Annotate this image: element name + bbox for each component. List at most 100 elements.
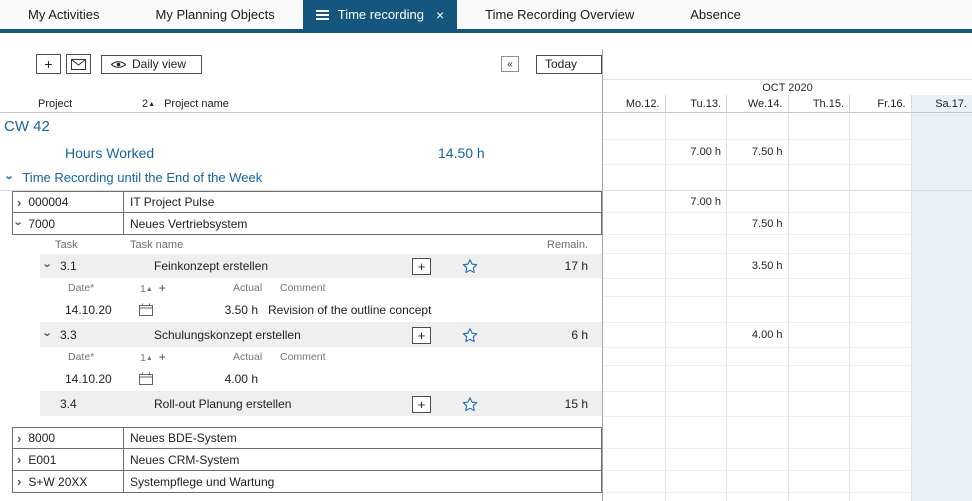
day-header-mo[interactable]: Mo.12. bbox=[603, 95, 665, 113]
sort-indicator[interactable]: 2▲ bbox=[142, 98, 155, 110]
column-task-name: Task name bbox=[130, 239, 481, 251]
day-header-fr[interactable]: Fr.16. bbox=[849, 95, 911, 113]
time-cell bbox=[726, 471, 788, 493]
time-cell bbox=[849, 493, 911, 501]
project-name[interactable]: Neues Vertriebsystem bbox=[124, 213, 602, 235]
expand-icon[interactable]: › bbox=[17, 432, 21, 445]
favorite-star-icon[interactable] bbox=[461, 258, 481, 275]
expand-icon[interactable]: › bbox=[17, 196, 21, 209]
entry-date[interactable]: 14.10.20 bbox=[65, 303, 139, 317]
add-booking-button[interactable]: + bbox=[412, 258, 431, 275]
time-cell bbox=[788, 493, 850, 501]
time-cell bbox=[726, 297, 788, 323]
close-tab-icon[interactable]: × bbox=[436, 8, 444, 22]
project-id-cell: › 7000 bbox=[12, 213, 124, 235]
entry-date[interactable]: 14.10.20 bbox=[65, 372, 139, 386]
time-cell bbox=[665, 493, 727, 501]
task-name[interactable]: Schulungskonzept erstellen bbox=[154, 328, 412, 342]
new-booking-button[interactable]: + bbox=[36, 54, 61, 74]
view-mode-select[interactable]: Daily view bbox=[101, 55, 202, 74]
collapse-icon[interactable]: › bbox=[13, 221, 26, 225]
pane-splitter[interactable] bbox=[602, 49, 605, 501]
expand-icon[interactable]: › bbox=[17, 453, 21, 466]
entry-sort-indicator[interactable]: 1▲+ bbox=[140, 281, 233, 295]
task-name[interactable]: Roll-out Planung erstellen bbox=[154, 397, 412, 411]
entry-actual[interactable]: 3.50 h bbox=[155, 303, 258, 317]
favorite-star-icon[interactable] bbox=[461, 327, 481, 344]
previous-period-button[interactable]: « bbox=[501, 56, 519, 72]
column-actual: Actual bbox=[233, 351, 280, 363]
time-cell bbox=[726, 113, 788, 140]
add-booking-button[interactable]: + bbox=[412, 396, 431, 413]
tab-time-recording-overview[interactable]: Time Recording Overview bbox=[457, 0, 662, 29]
entry-comment[interactable]: Revision of the outline concept bbox=[268, 303, 431, 317]
tab-my-planning-objects[interactable]: My Planning Objects bbox=[128, 0, 303, 29]
day-header-tu[interactable]: Tu.13. bbox=[665, 95, 727, 113]
collapse-task-icon[interactable]: › bbox=[42, 263, 55, 267]
task-row-3-3: › 3.3 Schulungskonzept erstellen + 6 h 4… bbox=[0, 323, 972, 348]
time-cell bbox=[665, 235, 727, 254]
collapse-section-icon[interactable]: › bbox=[4, 175, 17, 179]
project-name[interactable]: Neues BDE-System bbox=[124, 427, 602, 449]
project-row-sw20xx: › S+W 20XX Systempflege und Wartung bbox=[0, 471, 972, 493]
task-chevron-wrap: › bbox=[46, 259, 60, 273]
tab-time-recording[interactable]: Time recording × bbox=[303, 0, 457, 29]
time-cell bbox=[788, 323, 850, 348]
time-cell bbox=[665, 297, 727, 323]
time-cell bbox=[849, 254, 911, 279]
time-cell bbox=[603, 279, 665, 297]
section-label[interactable]: Time Recording until the End of the Week bbox=[22, 170, 262, 185]
time-cell bbox=[788, 165, 850, 191]
time-cell bbox=[911, 417, 972, 427]
entry-sort-indicator[interactable]: 1▲+ bbox=[140, 350, 233, 364]
task-name[interactable]: Feinkonzept erstellen bbox=[154, 259, 412, 273]
task-row-3-1: › 3.1 Feinkonzept erstellen + 17 h 3.50 … bbox=[0, 254, 972, 279]
time-cell bbox=[911, 323, 972, 348]
column-comment: Comment bbox=[280, 351, 326, 363]
add-row-icon[interactable]: + bbox=[159, 350, 166, 364]
time-cell bbox=[726, 191, 788, 213]
tab-absence[interactable]: Absence bbox=[662, 0, 769, 29]
time-cell-we[interactable]: 4.00 h bbox=[726, 323, 788, 348]
time-cell-tu[interactable]: 7.00 h bbox=[665, 191, 727, 213]
tab-my-activities[interactable]: My Activities bbox=[0, 0, 128, 29]
time-cell bbox=[603, 213, 665, 235]
time-cell bbox=[603, 417, 665, 427]
time-cell bbox=[911, 348, 972, 366]
entry-header-left: Date* 1▲+ Actual Comment bbox=[0, 279, 603, 297]
favorite-star-icon[interactable] bbox=[461, 396, 481, 413]
week-label: CW 42 bbox=[0, 113, 603, 140]
hours-worked-row: Hours Worked 14.50 h 7.00 h 7.50 h bbox=[0, 140, 972, 165]
time-cell bbox=[726, 348, 788, 366]
add-booking-button[interactable]: + bbox=[412, 327, 431, 344]
time-cell-tu[interactable]: 7.00 h bbox=[665, 140, 727, 165]
project-id-cell: › E001 bbox=[12, 449, 124, 471]
hamburger-menu-icon[interactable] bbox=[316, 10, 329, 20]
time-cell-we[interactable]: 7.50 h bbox=[726, 213, 788, 235]
project-name[interactable]: Systempflege und Wartung bbox=[124, 471, 602, 493]
week-row: CW 42 bbox=[0, 113, 972, 140]
day-header-sa[interactable]: Sa.17. bbox=[911, 95, 972, 113]
time-cell bbox=[911, 392, 972, 417]
project-name[interactable]: Neues CRM-System bbox=[124, 449, 602, 471]
day-header-th[interactable]: Th.15. bbox=[788, 95, 850, 113]
time-cell-we[interactable]: 3.50 h bbox=[726, 254, 788, 279]
time-cell bbox=[665, 113, 727, 140]
mail-button[interactable] bbox=[66, 54, 91, 74]
time-cell bbox=[726, 449, 788, 471]
project-name[interactable]: IT Project Pulse bbox=[124, 191, 602, 213]
time-cell bbox=[788, 348, 850, 366]
expand-icon[interactable]: › bbox=[17, 475, 21, 488]
entry-actual[interactable]: 4.00 h bbox=[155, 372, 258, 386]
time-cell bbox=[788, 392, 850, 417]
day-header-we[interactable]: We.14. bbox=[726, 95, 788, 113]
today-button[interactable]: Today bbox=[536, 55, 602, 74]
calendar-icon[interactable] bbox=[139, 372, 155, 385]
calendar-icon[interactable] bbox=[139, 303, 155, 316]
time-cell-we[interactable]: 7.50 h bbox=[726, 140, 788, 165]
time-cell bbox=[849, 279, 911, 297]
time-cell bbox=[726, 235, 788, 254]
collapse-task-icon[interactable]: › bbox=[42, 332, 55, 336]
time-cell bbox=[788, 113, 850, 140]
add-row-icon[interactable]: + bbox=[159, 281, 166, 295]
